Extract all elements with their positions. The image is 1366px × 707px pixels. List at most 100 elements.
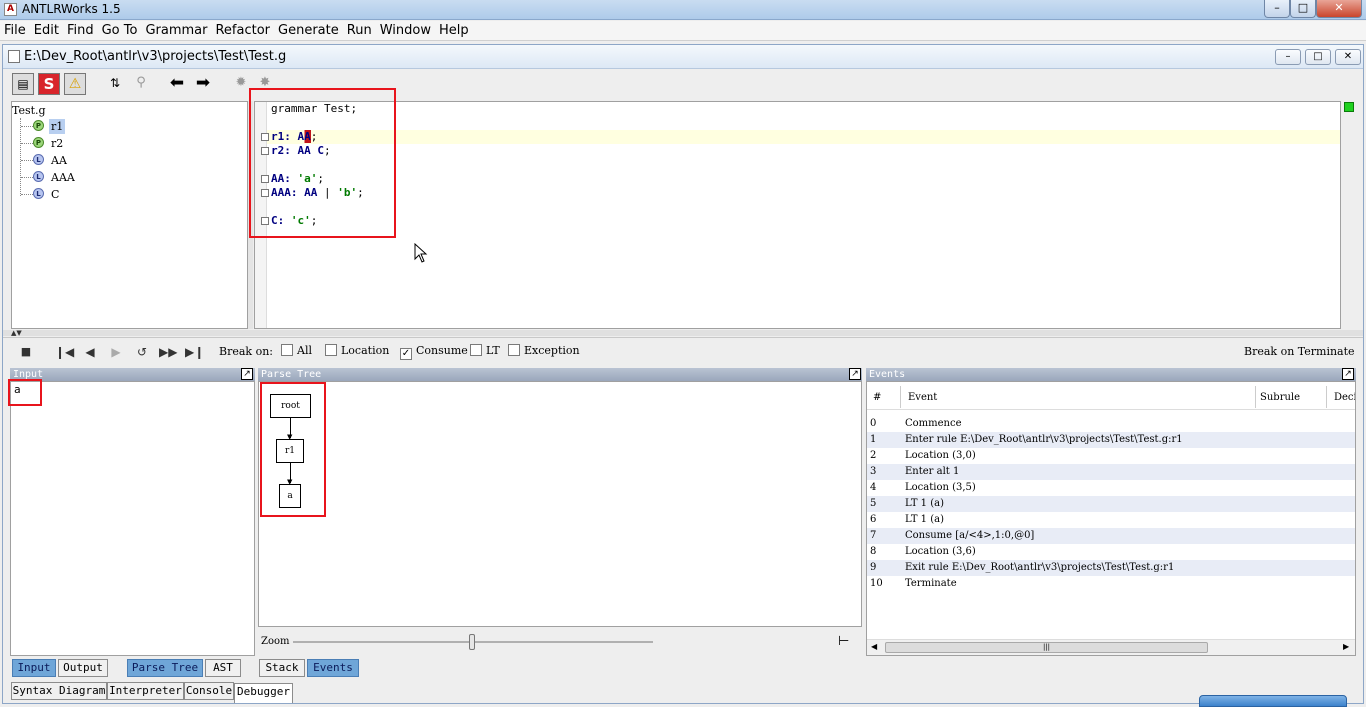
table-row[interactable]: 2 Location (3,0) [867, 448, 1355, 464]
option-exception[interactable]: Exception [508, 344, 580, 357]
maximize-icon[interactable]: ↗ [1342, 368, 1354, 380]
back-arrow-icon[interactable]: ⬅ [166, 73, 188, 95]
column-header-decision[interactable]: Deci [1334, 392, 1355, 403]
step-back-icon[interactable]: ◀ [81, 343, 99, 361]
find-icon[interactable]: ⚲ [130, 73, 152, 95]
step-forward-icon[interactable]: ▶ [107, 343, 125, 361]
checkbox-checked[interactable]: ✓ [400, 348, 412, 360]
go-to-end-icon[interactable]: ▶❙ [185, 343, 204, 361]
tab-interpreter[interactable]: Interpreter [107, 682, 184, 700]
break-on-terminate[interactable]: Break on Terminate [1244, 345, 1355, 358]
sort-icon[interactable]: ⇅ [104, 73, 126, 95]
maximize-icon[interactable]: ↗ [849, 368, 861, 380]
menu-help[interactable]: Help [435, 21, 473, 39]
row-num: 1 [870, 434, 877, 445]
table-row[interactable]: 3 Enter alt 1 [867, 464, 1355, 480]
row-event: Location (3,0) [905, 450, 976, 461]
tree-item-aa[interactable]: L AA [21, 153, 81, 168]
option-label: Location [341, 344, 390, 357]
table-row[interactable]: 9 Exit rule E:\Dev_Root\antlr\v3\projects… [867, 560, 1355, 576]
menu-refactor[interactable]: Refactor [211, 21, 274, 39]
parser-rule-icon: P [33, 137, 44, 148]
grammar-editor[interactable]: grammar Test; r1: AA; r2: AA C; AA: 'a';… [254, 101, 1341, 329]
option-consume[interactable]: ✓ Consume [400, 344, 468, 360]
column-divider [900, 386, 901, 408]
warning-icon[interactable]: ⚠ [64, 73, 86, 95]
column-header-subrule[interactable]: Subrule [1260, 392, 1300, 403]
option-location[interactable]: Location [325, 344, 389, 357]
table-row[interactable]: 6 LT 1 (a) [867, 512, 1355, 528]
fast-forward-icon[interactable]: ▶▶ [159, 343, 177, 361]
table-row[interactable]: 7 Consume [a/<4>,1:0,@0] [867, 528, 1355, 544]
menu-window[interactable]: Window [376, 21, 435, 39]
checkbox[interactable] [508, 344, 520, 356]
stop-icon[interactable]: ■ [17, 343, 35, 361]
tab-syntax-diagram[interactable]: Syntax Diagram [11, 682, 107, 700]
window-title: ANTLRWorks 1.5 [22, 2, 121, 16]
zoom-slider-thumb[interactable] [469, 634, 475, 650]
option-all[interactable]: All [281, 344, 312, 357]
syntax-check-button[interactable]: S [38, 73, 60, 95]
maximize-icon[interactable]: ↗ [241, 368, 253, 380]
scroll-thumb[interactable]: ||| [885, 642, 1208, 653]
close-button[interactable]: ✕ [1316, 0, 1362, 18]
menu-file[interactable]: File [0, 21, 30, 39]
scroll-right-icon[interactable]: ▶ [1343, 642, 1349, 651]
row-num: 3 [870, 466, 877, 477]
tab-input[interactable]: Input [12, 659, 56, 677]
menu-goto[interactable]: Go To [98, 21, 142, 39]
tree-connector [21, 160, 33, 161]
table-row[interactable]: 10 Terminate [867, 576, 1355, 592]
tab-stack[interactable]: Stack [259, 659, 305, 677]
table-row[interactable]: 1 Enter rule E:\Dev_Root\antlr\v3\project… [867, 432, 1355, 448]
row-num: 2 [870, 450, 877, 461]
parse-tree-panel[interactable]: root ▼ r1 ▼ a [258, 381, 862, 627]
menu-edit[interactable]: Edit [30, 21, 63, 39]
step-over-icon[interactable]: ↺ [133, 343, 151, 361]
tree-item-c[interactable]: L C [21, 187, 81, 202]
minimize-button[interactable]: – [1264, 0, 1290, 18]
table-row[interactable]: 4 Location (3,5) [867, 480, 1355, 496]
doc-minimize-button[interactable]: – [1275, 49, 1301, 65]
tab-output[interactable]: Output [58, 659, 108, 677]
tab-debugger[interactable]: Debugger [234, 683, 293, 703]
tree-item-r1[interactable]: P r1 [21, 119, 81, 134]
debugger-toolbar: ■ ❙◀ ◀ ▶ ↺ ▶▶ ▶❙ Break on: All Location … [3, 337, 1363, 364]
tab-events[interactable]: Events [307, 659, 359, 677]
menu-grammar[interactable]: Grammar [141, 21, 211, 39]
tree-layout-icon[interactable]: ⊢ [838, 634, 849, 649]
input-panel[interactable]: a [10, 381, 255, 656]
tree-item-aaa[interactable]: L AAA [21, 170, 81, 185]
tab-parse-tree[interactable]: Parse Tree [127, 659, 203, 677]
option-label: Exception [524, 344, 580, 357]
column-header-num[interactable]: # [873, 392, 881, 403]
table-row[interactable]: 8 Location (3,6) [867, 544, 1355, 560]
horizontal-scrollbar[interactable]: ◀ ||| ▶ [867, 639, 1355, 655]
horizontal-splitter[interactable]: ▲▼ [3, 330, 1363, 337]
window-titlebar: A ANTLRWorks 1.5 – □ ✕ [0, 0, 1366, 20]
maximize-button[interactable]: □ [1290, 0, 1316, 18]
checkbox[interactable] [325, 344, 337, 356]
tree-root[interactable]: Test.g [12, 103, 46, 118]
table-row[interactable]: 0 Commence [867, 416, 1355, 432]
menu-run[interactable]: Run [343, 21, 376, 39]
doc-close-button[interactable]: ✕ [1335, 49, 1361, 65]
option-lt[interactable]: LT [470, 344, 500, 357]
go-to-start-icon[interactable]: ❙◀ [55, 343, 74, 361]
table-row[interactable]: 5 LT 1 (a) [867, 496, 1355, 512]
menu-generate[interactable]: Generate [274, 21, 343, 39]
menu-find[interactable]: Find [63, 21, 98, 39]
tab-console[interactable]: Console [184, 682, 234, 700]
layout-icon[interactable]: ▤ [12, 73, 34, 95]
doc-maximize-button[interactable]: □ [1305, 49, 1331, 65]
tree-item-r2[interactable]: P r2 [21, 136, 81, 151]
tab-ast[interactable]: AST [205, 659, 241, 677]
forward-arrow-icon[interactable]: ➡ [192, 73, 214, 95]
column-header-event[interactable]: Event [908, 392, 937, 403]
checkbox[interactable] [281, 344, 293, 356]
checkbox[interactable] [470, 344, 482, 356]
column-divider [1255, 386, 1256, 408]
row-event: Consume [a/<4>,1:0,@0] [905, 530, 1035, 541]
events-table-header: # Event Subrule Deci [867, 382, 1355, 410]
scroll-left-icon[interactable]: ◀ [871, 642, 877, 651]
